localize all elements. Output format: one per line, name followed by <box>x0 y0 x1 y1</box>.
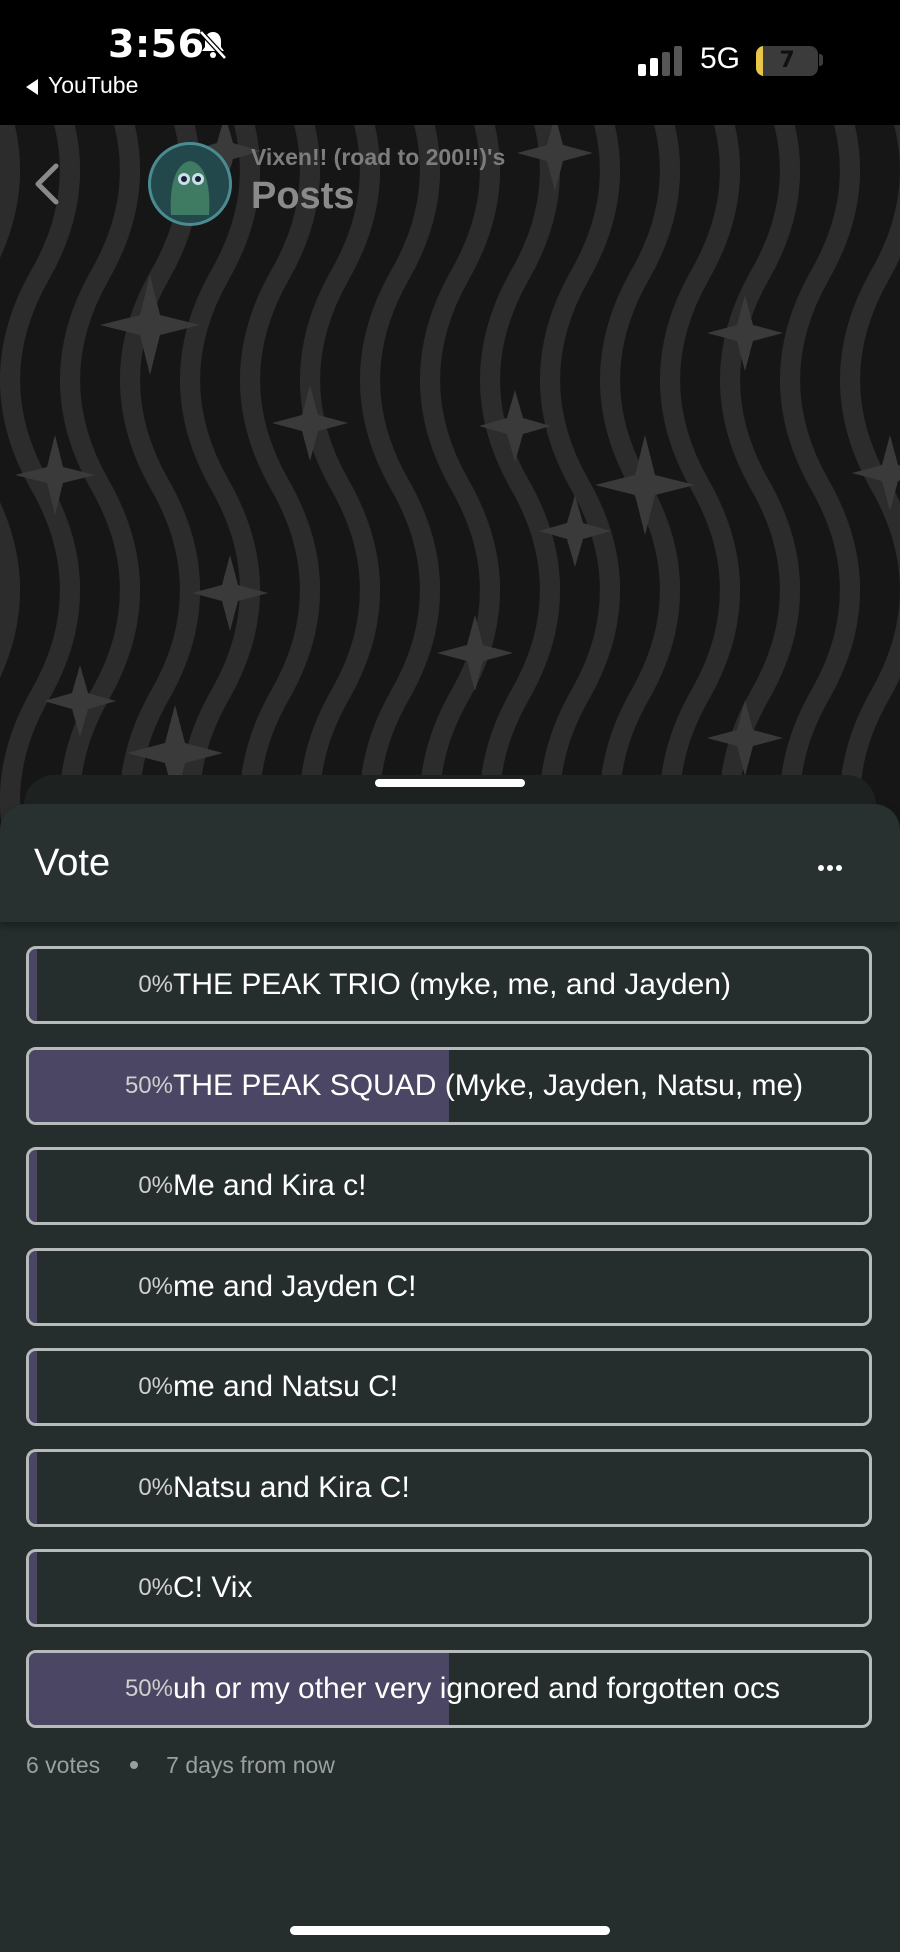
poll-option[interactable]: 0% Natsu and Kira C! <box>26 1449 872 1527</box>
poll-option[interactable]: 50% uh or my other very ignored and forg… <box>26 1650 872 1728</box>
poll-option-percent: 0% <box>138 1273 173 1300</box>
poll-option-label: uh or my other very ignored and forgotte… <box>173 1672 781 1705</box>
poll-option-label: THE PEAK SQUAD (Myke, Jayden, Natsu, me) <box>173 1069 804 1102</box>
poll-option-bar <box>29 1552 37 1624</box>
battery-tip <box>819 54 823 66</box>
poll-option-bar <box>29 1251 37 1323</box>
header-background-pattern <box>0 125 900 825</box>
back-app-label: YouTube <box>48 72 139 98</box>
poll-option-label: C! Vix <box>173 1571 253 1604</box>
status-time: 3:56 <box>108 22 205 66</box>
poll-option-bar <box>29 1150 37 1222</box>
poll-time-left: 7 days from now <box>166 1752 335 1778</box>
page-title: Posts <box>251 175 355 217</box>
post-owner-name: Vixen!! (road to 200!!)'s <box>251 144 506 170</box>
poll-option[interactable]: 0% THE PEAK TRIO (myke, me, and Jayden) <box>26 946 872 1024</box>
poll-option-percent: 0% <box>138 1474 173 1501</box>
poll-option-label: Me and Kira c! <box>173 1169 367 1202</box>
poll-footer: 6 votes 7 days from now <box>26 1752 335 1779</box>
poll-option[interactable]: 0% me and Natsu C! <box>26 1348 872 1426</box>
poll-option-percent: 0% <box>138 971 173 998</box>
separator-dot <box>130 1760 139 1769</box>
more-options-icon[interactable] <box>818 856 848 876</box>
back-to-app-link[interactable]: YouTube <box>26 72 138 99</box>
poll-option[interactable]: 0% Me and Kira c! <box>26 1147 872 1225</box>
poll-option[interactable]: 0% C! Vix <box>26 1549 872 1627</box>
poll-option[interactable]: 50% THE PEAK SQUAD (Myke, Jayden, Natsu,… <box>26 1047 872 1125</box>
sheet-grabber[interactable] <box>375 779 525 787</box>
battery-percent: 7 <box>779 48 795 73</box>
avatar[interactable] <box>148 142 232 226</box>
poll-option-bar <box>29 1452 37 1524</box>
poll-option-bar <box>29 1351 37 1423</box>
sheet-title: Vote <box>34 842 111 884</box>
status-bar: 3:56 YouTube 5G 7 <box>0 0 900 125</box>
poll-option-percent: 50% <box>124 1072 173 1099</box>
back-triangle-icon <box>26 78 38 95</box>
poll-option-label: me and Jayden C! <box>173 1270 417 1303</box>
poll-option-bar <box>29 949 37 1021</box>
avatar-character-icon <box>151 145 229 223</box>
poll-option-label: Natsu and Kira C! <box>173 1471 410 1504</box>
home-indicator[interactable] <box>290 1926 610 1935</box>
poll-option-label: me and Natsu C! <box>173 1370 399 1403</box>
wave-pattern <box>0 125 900 825</box>
cellular-signal-icon <box>638 46 682 76</box>
bell-muted-icon <box>199 30 227 60</box>
poll-option-percent: 50% <box>124 1675 173 1702</box>
poll-option-percent: 0% <box>138 1373 173 1400</box>
poll-option-percent: 0% <box>138 1172 173 1199</box>
poll-option-label: THE PEAK TRIO (myke, me, and Jayden) <box>173 968 731 1001</box>
back-arrow-icon[interactable] <box>30 160 64 208</box>
poll-option[interactable]: 0% me and Jayden C! <box>26 1248 872 1326</box>
sheet-header: Vote <box>0 804 900 922</box>
vote-count: 6 votes <box>26 1752 101 1778</box>
battery-icon: 7 <box>756 46 818 76</box>
network-type: 5G <box>700 42 741 75</box>
poll-option-percent: 0% <box>138 1574 173 1601</box>
